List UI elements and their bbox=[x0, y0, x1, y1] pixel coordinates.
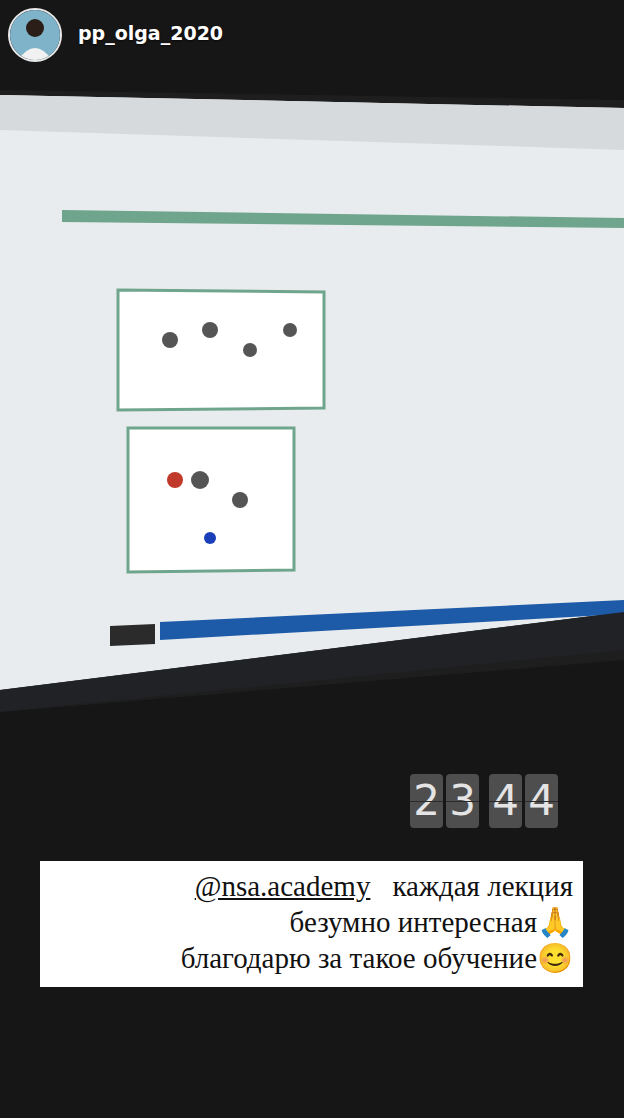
mention-link[interactable]: @nsa.academy bbox=[195, 870, 371, 902]
caption-line: @nsa.academy каждая лекция bbox=[50, 869, 573, 905]
caption-box: @nsa.academy каждая лекция безумно интерес… bbox=[40, 861, 583, 987]
time-sticker: 2344 bbox=[410, 774, 558, 828]
caption-line: безумно интересная🙏 bbox=[50, 905, 573, 941]
caption-text: безумно интересная🙏 bbox=[290, 906, 573, 938]
caption-line: благодарю за такое обучение😊 bbox=[50, 941, 573, 977]
avatar-icon[interactable] bbox=[8, 8, 62, 62]
clock-digit: 4 bbox=[489, 774, 522, 828]
clock-hours: 23 bbox=[410, 774, 479, 828]
story-header: pp_olga_2020 bbox=[8, 8, 223, 62]
username[interactable]: pp_olga_2020 bbox=[78, 22, 223, 48]
caption-text: каждая лекция bbox=[392, 870, 573, 902]
story-frame: pp_olga_2020 2344 @nsa.academyкаждая лек… bbox=[0, 0, 624, 1118]
caption-text: благодарю за такое обучение😊 bbox=[181, 942, 573, 974]
clock-digit: 2 bbox=[410, 774, 443, 828]
clock-digit: 3 bbox=[446, 774, 479, 828]
clock-digit: 4 bbox=[525, 774, 558, 828]
clock-minutes: 44 bbox=[489, 774, 558, 828]
